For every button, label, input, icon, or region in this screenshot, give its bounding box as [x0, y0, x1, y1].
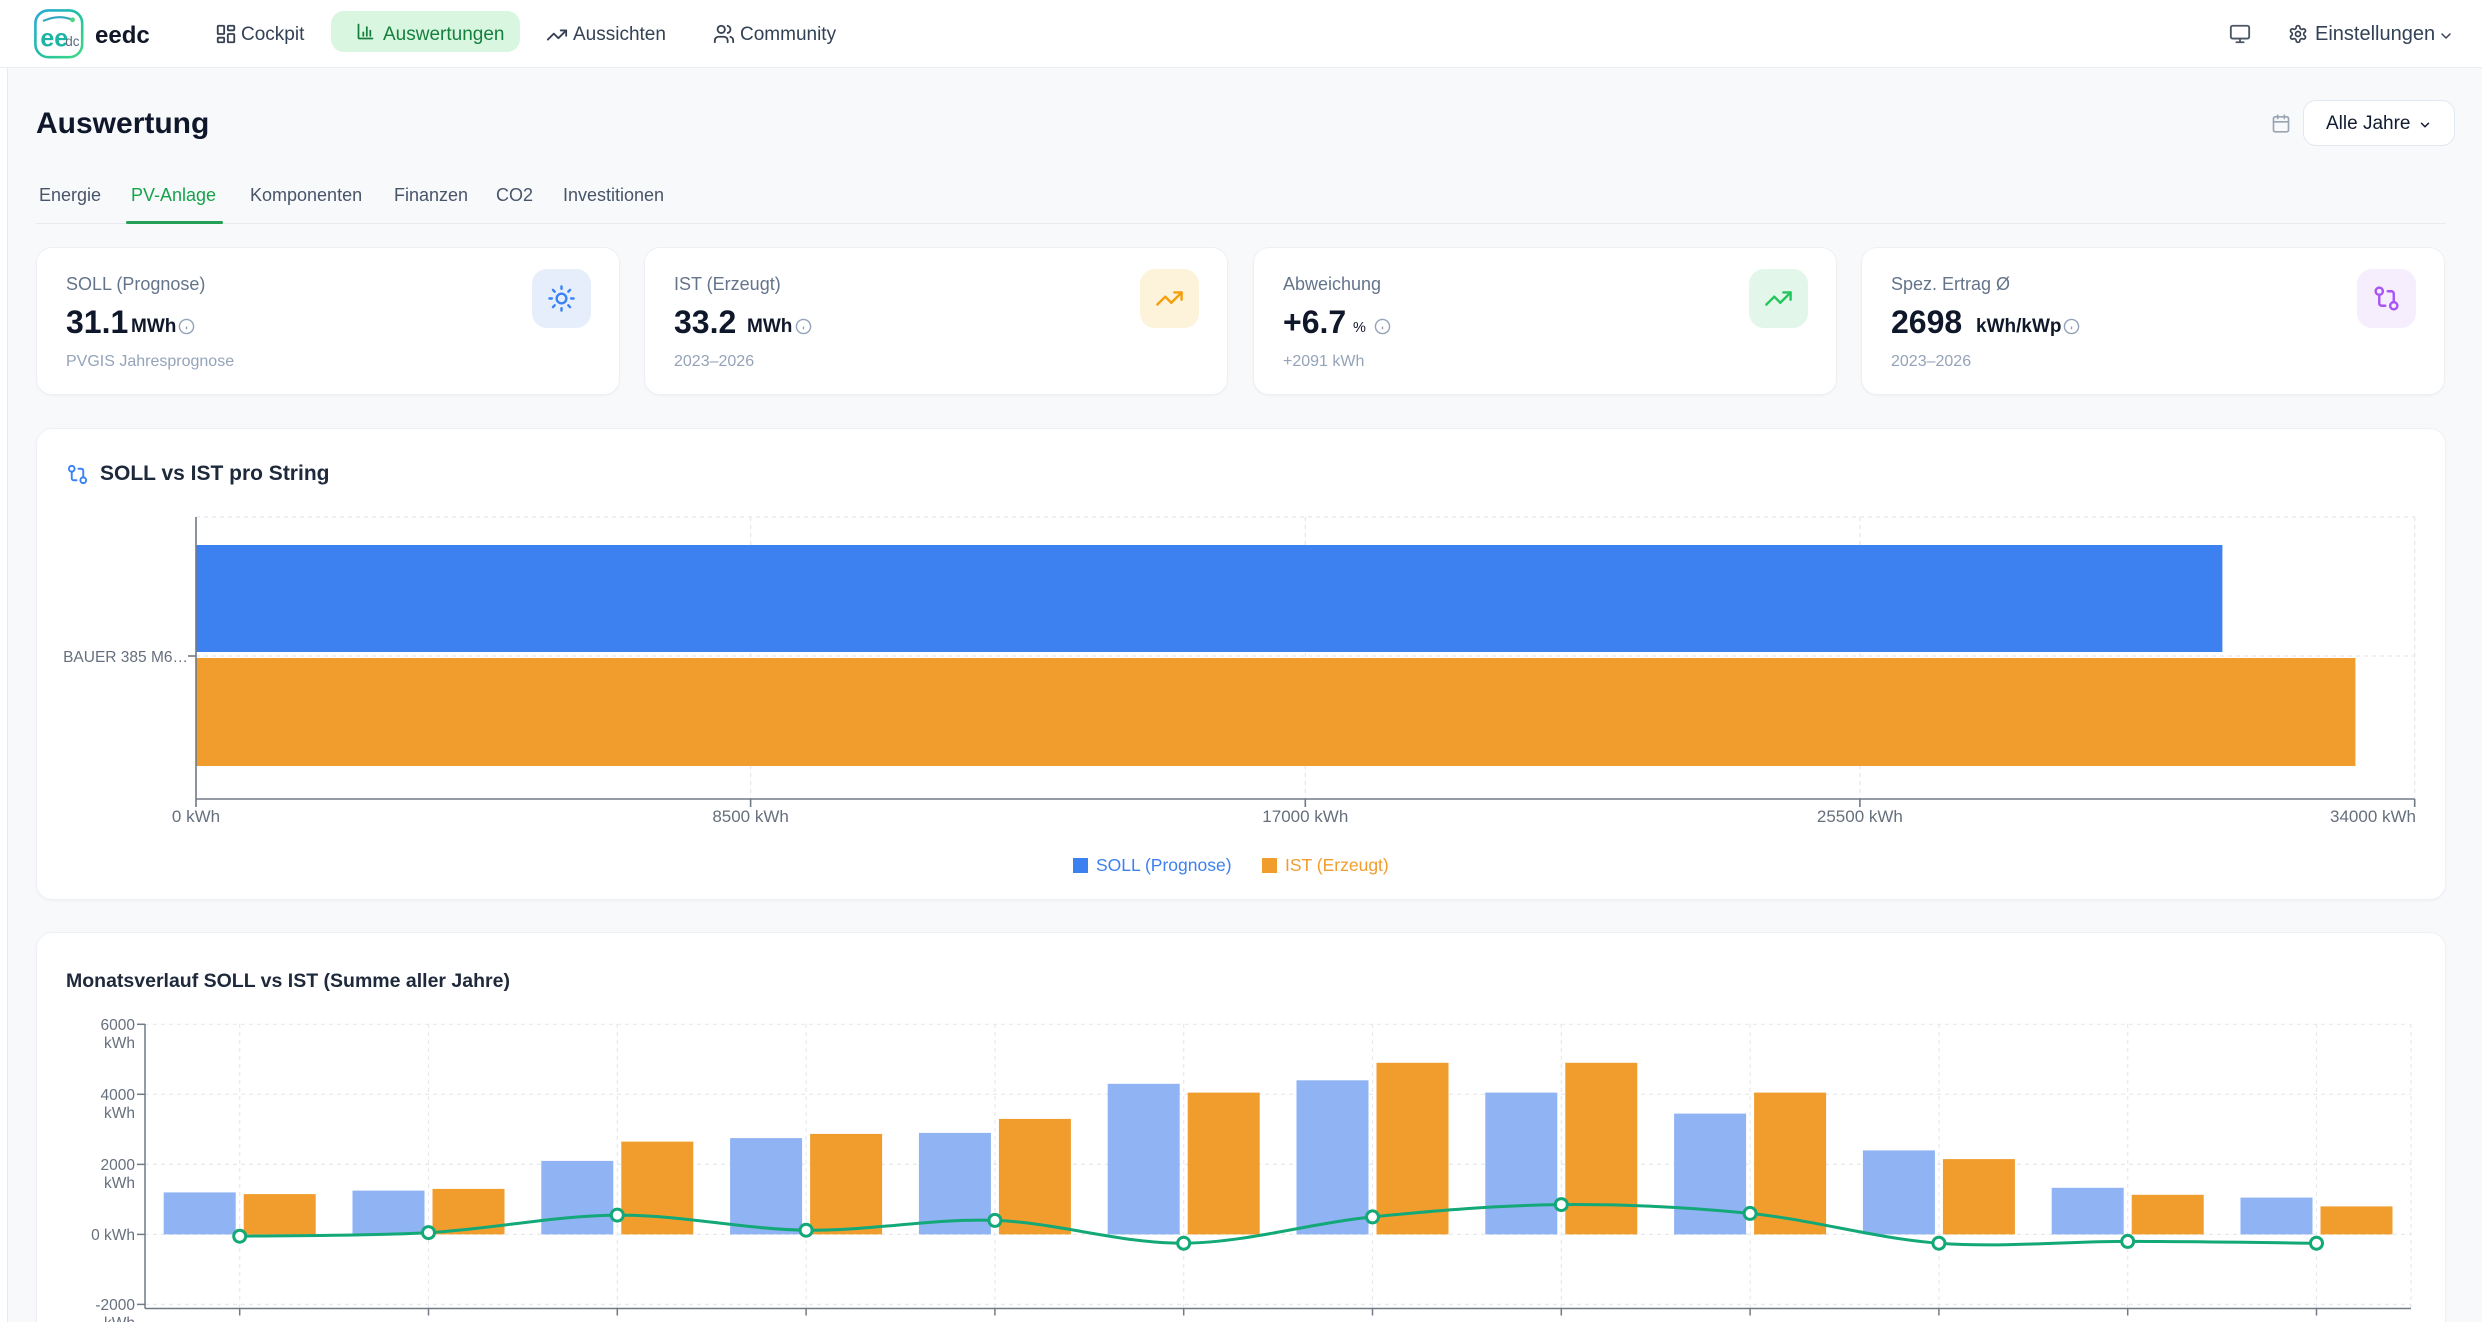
- svg-text:2000: 2000: [101, 1157, 136, 1174]
- svg-text:kWh: kWh: [104, 1175, 135, 1192]
- svg-text:ee: ee: [40, 25, 68, 53]
- svg-text:6000: 6000: [101, 1017, 136, 1034]
- svg-text:17000 kWh: 17000 kWh: [1262, 807, 1348, 826]
- svg-text:BAUER 385 M6…: BAUER 385 M6…: [63, 649, 188, 666]
- svg-text:34000 kWh: 34000 kWh: [2330, 807, 2416, 826]
- svg-text:kWh: kWh: [104, 1035, 135, 1052]
- svg-text:0 kWh: 0 kWh: [172, 807, 220, 826]
- svg-text:SOLL (Prognose): SOLL (Prognose): [1096, 855, 1232, 875]
- svg-text:25500 kWh: 25500 kWh: [1817, 807, 1903, 826]
- svg-text:8500 kWh: 8500 kWh: [712, 807, 789, 826]
- svg-text:4000: 4000: [101, 1087, 136, 1104]
- svg-text:IST (Erzeugt): IST (Erzeugt): [1285, 855, 1389, 875]
- svg-text:dc: dc: [65, 34, 80, 49]
- svg-text:0 kWh: 0 kWh: [91, 1227, 135, 1244]
- svg-text:kWh: kWh: [104, 1105, 135, 1122]
- svg-text:kWh: kWh: [104, 1315, 135, 1322]
- svg-text:-2000: -2000: [95, 1297, 135, 1314]
